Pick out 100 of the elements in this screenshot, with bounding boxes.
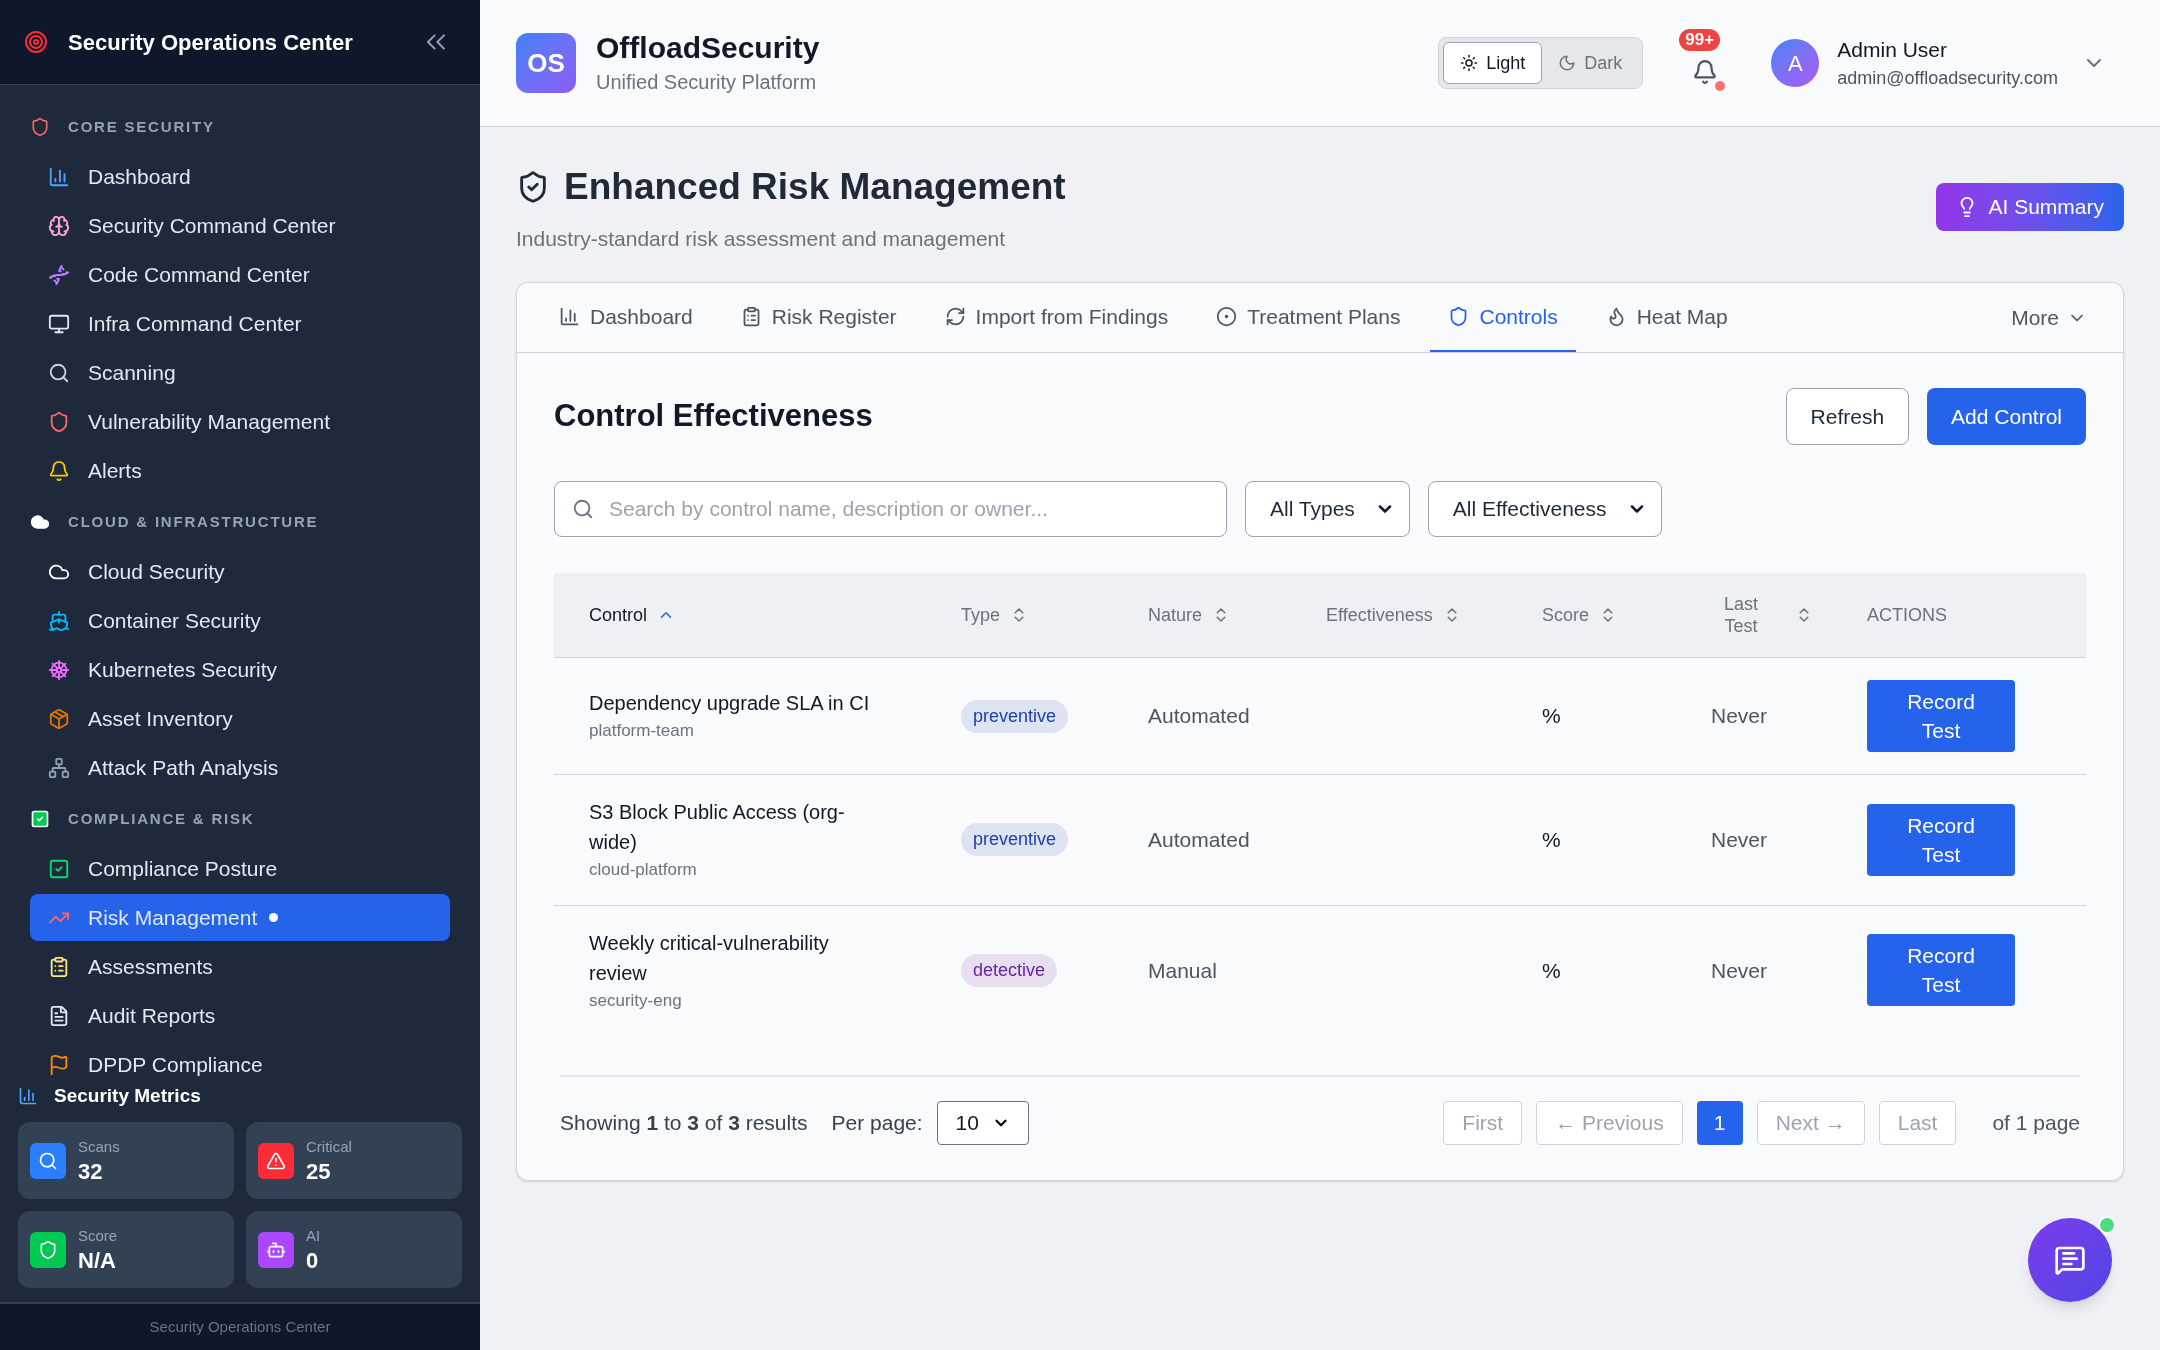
column-header[interactable]: Last Test (1711, 592, 1771, 638)
page-subtitle: Industry-standard risk assessment and management (516, 225, 1007, 252)
column-header[interactable]: Control (589, 603, 648, 627)
footer-text: Security Operations Center (149, 1316, 331, 1337)
nav-item[interactable]: Dashboard (30, 153, 450, 200)
app-title: Security Operations Center (68, 28, 353, 57)
refresh-button[interactable]: Refresh (1785, 388, 1910, 445)
nav-item[interactable]: Alerts (30, 447, 450, 494)
search-icon (30, 1142, 66, 1179)
checkbox-icon (48, 857, 70, 880)
cloud-icon (30, 512, 50, 532)
score-cell: % (1542, 828, 1561, 851)
clipboard-icon (48, 955, 70, 978)
tab[interactable]: Heat Map (1587, 283, 1746, 352)
column-header[interactable]: Type (961, 603, 1001, 627)
per-page-select[interactable]: 10 (936, 1101, 1029, 1145)
last-test-cell: Never (1711, 958, 1768, 982)
metrics-heading: Security Metrics (54, 1083, 201, 1108)
dna-icon (48, 263, 70, 286)
ship-icon (48, 609, 70, 632)
record-test-button[interactable]: Record Test (1867, 680, 2015, 752)
user-name: Admin User (1837, 36, 1948, 63)
moon-icon (1558, 54, 1577, 72)
tab[interactable]: Dashboard (541, 283, 711, 352)
metric-label: Scans (78, 1136, 120, 1157)
nature-cell: Manual (1148, 958, 1217, 982)
tab[interactable]: Risk Register (722, 283, 915, 352)
column-header[interactable]: Score (1542, 603, 1590, 627)
nav-item[interactable]: Risk Management (30, 894, 450, 941)
search-field[interactable]: Search by control name, description or owner... (554, 481, 1227, 537)
notifications-button[interactable] (1692, 59, 1719, 85)
control-name: Weekly critical-vulnerability review (589, 930, 830, 986)
tab[interactable]: Import from Findings (926, 283, 1187, 352)
metric-value: 0 (306, 1247, 320, 1275)
nav-item[interactable]: Container Security (30, 597, 450, 644)
notification-badge: 99+ (1679, 29, 1721, 51)
bar-chart-icon (18, 1086, 38, 1106)
tab[interactable]: Treatment Plans (1198, 283, 1419, 352)
chat-icon (2054, 1244, 2086, 1276)
section-heading: COMPLIANCE & RISK (68, 808, 255, 829)
nav-item[interactable]: Assessments (30, 943, 450, 990)
monitor-icon (48, 312, 70, 335)
last-test-cell: Never (1711, 828, 1768, 851)
nav-item[interactable]: Security Command Center (30, 202, 450, 249)
last-test-cell: Never (1711, 704, 1768, 728)
brain-icon (48, 214, 70, 237)
nav-item[interactable]: Asset Inventory (30, 695, 450, 742)
target-icon (24, 30, 48, 54)
control-name: Dependency upgrade SLA in CI (589, 691, 871, 717)
filter-dropdown[interactable]: All Effectiveness (1427, 481, 1662, 537)
column-header[interactable]: Nature (1148, 603, 1203, 627)
nav-item[interactable]: Vulnerability Management (30, 398, 450, 445)
ai-summary-button[interactable]: AI Summary (1936, 183, 2124, 231)
nav-item[interactable]: Infra Command Center (30, 300, 450, 347)
control-owner: platform-team (589, 720, 695, 743)
filter-dropdown[interactable]: All Types (1245, 481, 1410, 537)
column-header: ACTIONS (1867, 603, 1947, 627)
avatar: A (1771, 39, 1820, 87)
nav-item[interactable]: Compliance Posture (30, 845, 450, 892)
shield-icon (48, 410, 70, 433)
page-count: of 1 page (1992, 1110, 2080, 1137)
metric-value: N/A (78, 1247, 117, 1275)
refresh-icon (944, 306, 966, 327)
checkbox-icon (30, 809, 50, 829)
nav-item[interactable]: Cloud Security (30, 548, 450, 595)
nature-cell: Automated (1148, 828, 1250, 851)
warning-icon (258, 1142, 294, 1179)
record-test-button[interactable]: Record Test (1867, 934, 2015, 1007)
logo: OS (516, 33, 576, 93)
document-icon (48, 1004, 70, 1027)
column-header[interactable]: Effectiveness (1326, 603, 1433, 627)
nav-item[interactable]: Attack Path Analysis (30, 744, 450, 791)
theme-option[interactable]: Dark (1542, 42, 1639, 84)
metric-label: Critical (306, 1136, 352, 1157)
type-tag: preventive (961, 823, 1069, 857)
record-test-button[interactable]: Record Test (1867, 803, 2015, 876)
nature-cell: Automated (1148, 704, 1250, 728)
nav-item[interactable]: DPDP Compliance (30, 1041, 450, 1076)
nav-item[interactable]: Audit Reports (30, 992, 450, 1039)
theme-option[interactable]: Light (1443, 42, 1543, 84)
section-heading: CLOUD & INFRASTRUCTURE (68, 511, 319, 532)
control-owner: security-eng (589, 989, 683, 1012)
page-button[interactable]: 1 (1696, 1101, 1743, 1145)
shield-icon (30, 1231, 66, 1268)
more-tab[interactable]: More (2011, 283, 2099, 352)
chat-button[interactable] (2028, 1218, 2112, 1302)
results-summary: Showing 1 to 3 of 3 results (560, 1110, 808, 1137)
search-icon (48, 361, 70, 384)
package-icon (48, 707, 70, 730)
type-tag: preventive (961, 699, 1069, 733)
score-cell: % (1542, 958, 1561, 982)
nav-item[interactable]: Code Command Center (30, 251, 450, 298)
add-control-button[interactable]: Add Control (1927, 388, 2086, 445)
per-page-label: Per page: (831, 1110, 923, 1137)
bell-icon (1692, 59, 1719, 85)
nav-item[interactable]: Scanning (30, 349, 450, 396)
tab[interactable]: Controls (1430, 283, 1576, 352)
nav-item[interactable]: Kubernetes Security (30, 646, 450, 693)
score-cell: % (1542, 704, 1561, 728)
page-title: Enhanced Risk Management (564, 165, 1066, 209)
